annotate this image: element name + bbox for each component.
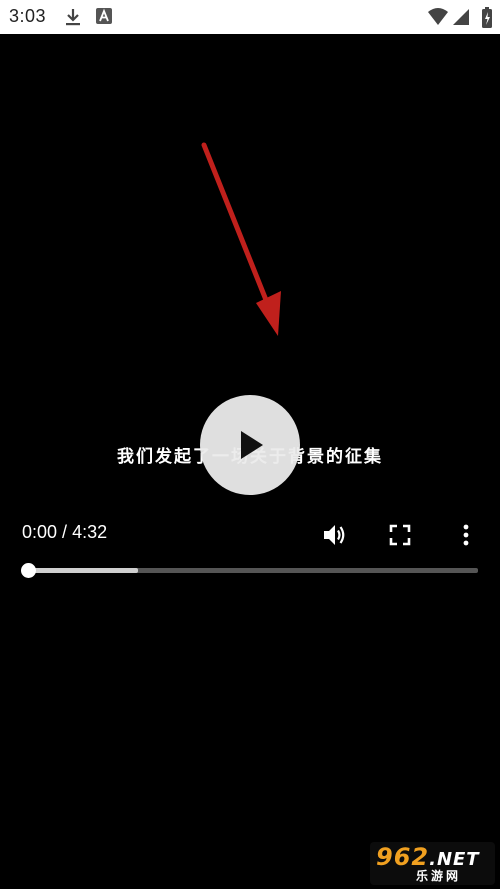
buffered-progress [28,568,139,573]
volume-button[interactable] [319,520,349,550]
current-time: 0:00 [22,522,58,542]
more-options-button[interactable] [451,520,481,550]
progress-bar[interactable] [21,563,478,578]
watermark-sub: 乐游网 [416,869,462,883]
time-separator: / [57,522,73,542]
fullscreen-icon [389,524,411,546]
duration: 4:32 [72,522,108,542]
time-readout: 0:00 / 4:32 [22,522,107,543]
play-icon [241,431,263,459]
play-button[interactable] [200,395,300,495]
volume-icon [324,525,345,545]
progress-thumb[interactable] [21,563,36,578]
more-options-icon [463,524,469,546]
watermark-logo: 962.NET 乐游网 [370,842,495,885]
fullscreen-button[interactable] [385,520,415,550]
